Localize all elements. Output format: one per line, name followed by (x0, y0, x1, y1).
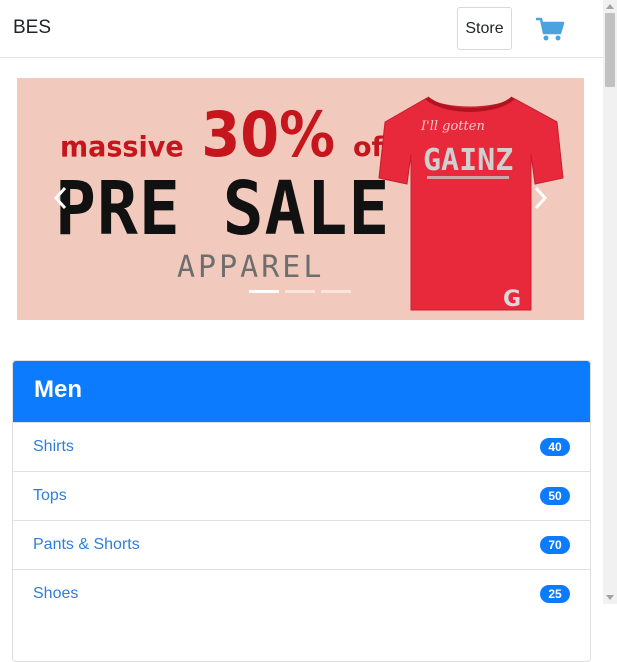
shopping-cart-icon[interactable] (535, 16, 565, 42)
category-item-label[interactable]: Shirts (33, 438, 74, 456)
scroll-up-arrow-icon[interactable] (606, 4, 614, 9)
category-item-shoes[interactable]: Shoes 25 (13, 569, 590, 618)
category-item-shirts[interactable]: Shirts 40 (13, 422, 590, 471)
banner-offer-line: massive 30% off (60, 98, 393, 171)
scroll-thumb[interactable] (605, 13, 615, 87)
banner-subline: APPAREL (177, 250, 325, 285)
carousel-indicator-1[interactable] (249, 290, 279, 293)
page-scrollbar[interactable] (603, 0, 617, 604)
shirt-script-text: I'll gotten (420, 119, 485, 134)
banner-headline: PRE SALE (55, 166, 391, 252)
carousel-indicator-2[interactable] (285, 290, 315, 293)
count-badge: 50 (540, 487, 570, 505)
count-badge: 70 (540, 536, 570, 554)
category-item-tops[interactable]: Tops 50 (13, 471, 590, 520)
store-button[interactable]: Store (457, 7, 512, 50)
category-card-men: Men Shirts 40 Tops 50 Pants & Shorts 70 … (12, 360, 591, 662)
carousel-indicators (249, 290, 351, 293)
shirt-logo-text: GAINZ (423, 143, 513, 178)
promo-carousel[interactable]: massive 30% off PRE SALE APPAREL I'll go… (17, 78, 584, 320)
carousel-next-icon[interactable] (534, 186, 548, 210)
navbar: BES Store (0, 0, 603, 58)
scroll-down-arrow-icon[interactable] (606, 595, 614, 600)
carousel-indicator-3[interactable] (321, 290, 351, 293)
banner-percent-text: 30% (201, 98, 336, 171)
count-badge: 40 (540, 438, 570, 456)
category-header: Men (13, 361, 590, 422)
brand-logo[interactable]: BES (13, 17, 51, 39)
category-item-pants-shorts[interactable]: Pants & Shorts 70 (13, 520, 590, 569)
category-item-label[interactable]: Shoes (33, 585, 78, 603)
count-badge: 25 (540, 585, 570, 603)
banner-massive-text: massive (60, 131, 184, 164)
category-item-label[interactable]: Tops (33, 487, 67, 505)
svg-text:G: G (503, 287, 521, 312)
category-item-label[interactable]: Pants & Shorts (33, 536, 140, 554)
carousel-prev-icon[interactable] (53, 186, 67, 210)
